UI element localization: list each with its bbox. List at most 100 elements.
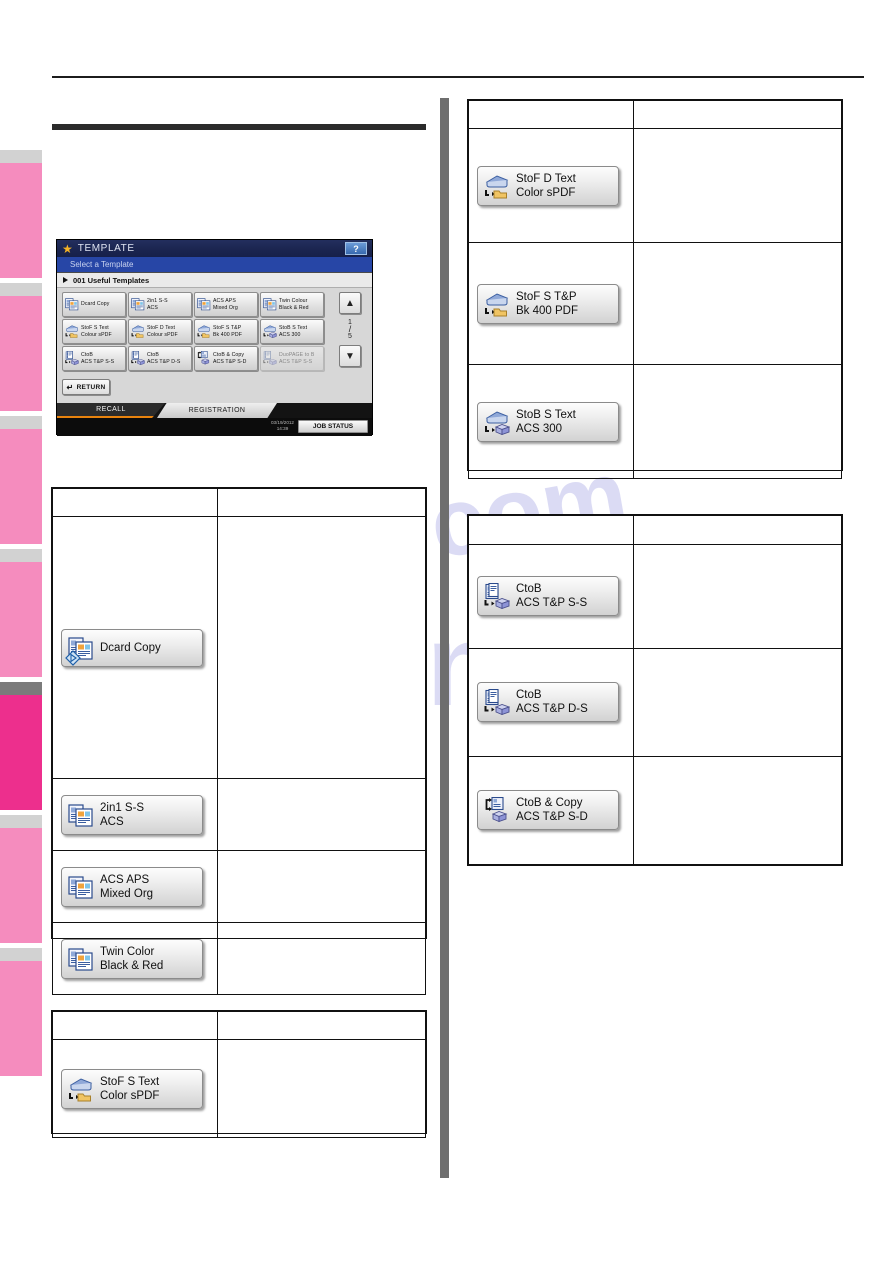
template-label-line1: Twin Colour: [279, 298, 308, 304]
template-key-twin-color[interactable]: Twin Color Black & Red: [61, 938, 203, 979]
table-cell-button: Dcard Copy: [52, 516, 218, 779]
tab-recall[interactable]: RECALL: [57, 403, 165, 418]
template-key-label: StoF S T&P Bk 400 PDF: [516, 290, 578, 318]
table-row: CtoB ACS T&P D-S: [468, 647, 842, 757]
copy-doc-icon: [263, 297, 277, 310]
template-key-line2: ACS T&P S-S: [516, 597, 588, 610]
template-button-label: Twin Colour Black & Red: [279, 298, 309, 311]
operation-panel-screen: ★ TEMPLATE ? Select a Template 001 Usefu…: [56, 239, 373, 436]
card-box-icon: [484, 689, 510, 716]
copy-doc-icon: [68, 803, 93, 827]
template-button-2[interactable]: 2in1 S-S ACS: [128, 292, 192, 317]
return-button[interactable]: ↵ RETURN: [62, 379, 110, 395]
template-label-line1: StoF S Text: [81, 325, 109, 331]
template-key-line1: StoB S Text: [516, 408, 576, 421]
template-button-1[interactable]: Dcard Copy: [62, 292, 126, 317]
template-key-ctob[interactable]: CtoB ACS T&P S-S: [477, 576, 619, 617]
doc-table: StoF S Text Color sPDF: [52, 1011, 426, 1138]
table-row: StoF S Text Color sPDF: [52, 1039, 426, 1138]
template-label-line2: ACS T&P S-S: [81, 358, 115, 365]
section-tab-cap: [0, 416, 42, 429]
template-key-stob-s-text[interactable]: StoB S Text ACS 300: [477, 401, 619, 442]
template-button-8[interactable]: StoB S Text ACS 300: [260, 319, 324, 344]
template-key-stof-s-text[interactable]: StoF S Text Color sPDF: [61, 1068, 203, 1109]
card-copy-icon: [485, 797, 508, 823]
table-header-cell-1: [468, 100, 634, 129]
star-icon: ★: [62, 241, 73, 256]
template-button-6[interactable]: StoF D Text Colour sPDF: [128, 319, 192, 344]
table-scan-templates-right: StoF D Text Color sPDF StoF S T&P Bk 400 P…: [467, 99, 843, 479]
template-key-line2: ACS: [100, 815, 124, 828]
table-copy-templates: Dcard Copy 2in1 S-S ACS ACS APS Mixed Or…: [51, 487, 427, 995]
table-cell-description: [217, 516, 426, 779]
template-key-line1: Dcard Copy: [100, 641, 161, 654]
template-key-label: CtoB & Copy ACS T&P S-D: [516, 796, 588, 824]
help-button[interactable]: ?: [345, 242, 367, 255]
scan-box-icon: [263, 324, 278, 340]
table-cell-button: StoF S T&P Bk 400 PDF: [468, 242, 634, 365]
template-button-7[interactable]: StoF S T&P Bk 400 PDF: [194, 319, 258, 344]
template-key-stof-s-t-p[interactable]: StoF S T&P Bk 400 PDF: [477, 283, 619, 324]
template-key-2in1-s-s[interactable]: 2in1 S-S ACS: [61, 794, 203, 835]
template-label-line2: Colour sPDF: [81, 331, 112, 338]
panel-body: 001 Useful Templates Dcard Copy 2in1 S-S…: [57, 272, 372, 403]
template-label-line1: Dcard Copy: [81, 301, 110, 308]
card-box-icon: [484, 583, 510, 610]
card-copy-icon: [197, 350, 211, 367]
page-indicator: 1 / 5: [332, 314, 368, 345]
template-label-line2: ACS T&P D-S: [147, 358, 181, 365]
section-tab-body: [0, 828, 42, 943]
template-button-label: StoF S Text Colour sPDF: [81, 325, 112, 338]
template-key-stof-d-text[interactable]: StoF D Text Color sPDF: [477, 165, 619, 206]
section-tab-body: [0, 695, 42, 810]
template-label-line1: CtoB: [81, 352, 93, 358]
template-key-label: 2in1 S-S ACS: [100, 801, 144, 829]
section-tab-body: [0, 163, 42, 278]
table-header-row: [52, 1011, 426, 1040]
template-button-12: DuoPAGE to B ACS T&P S-S: [260, 346, 324, 371]
page-total: 5: [348, 333, 352, 340]
chevron-up-icon[interactable]: ▲: [339, 292, 361, 314]
template-key-dcard-copy[interactable]: Dcard Copy: [61, 628, 203, 667]
template-key-ctob[interactable]: CtoB ACS T&P D-S: [477, 682, 619, 723]
section-tab-body: [0, 296, 42, 411]
table-header-row: [468, 515, 842, 545]
template-key-line1: StoF S T&P: [516, 290, 577, 303]
table-row: ACS APS Mixed Org: [52, 850, 426, 923]
template-label-line1: StoB S Text: [279, 325, 308, 331]
table-header-cell-2: [633, 515, 842, 545]
section-tab-4: [0, 549, 42, 677]
chevron-down-icon[interactable]: ▼: [339, 345, 361, 367]
section-tab-1: [0, 150, 42, 278]
section-tab-cap: [0, 549, 42, 562]
copy-doc-icon: [263, 297, 277, 313]
tab-registration[interactable]: REGISTRATION: [157, 403, 277, 418]
section-tab-cap: [0, 948, 42, 961]
card-box-icon: [65, 350, 80, 367]
copy-doc-icon: [65, 635, 94, 666]
template-button-3[interactable]: ACS APS Mixed Org: [194, 292, 258, 317]
section-heading-bar: [52, 124, 426, 130]
template-button-11[interactable]: CtoB & Copy ACS T&P S-D: [194, 346, 258, 371]
template-group-row[interactable]: 001 Useful Templates: [57, 273, 372, 288]
table-cell-button: ACS APS Mixed Org: [52, 850, 218, 923]
job-status-button[interactable]: JOB STATUS: [298, 420, 368, 433]
copy-doc-icon: [197, 297, 211, 310]
table-header-cell-2: [633, 100, 842, 129]
template-button-label: CtoB ACS T&P D-S: [147, 352, 180, 365]
panel-footer: 03/19/2012 14:39 JOB STATUS: [57, 418, 372, 436]
section-tab-cap: [0, 283, 42, 296]
template-button-9[interactable]: CtoB ACS T&P S-S: [62, 346, 126, 371]
template-button-4[interactable]: Twin Colour Black & Red: [260, 292, 324, 317]
section-tab-3: [0, 416, 42, 544]
template-key-ctob-copy[interactable]: CtoB & Copy ACS T&P S-D: [477, 790, 619, 831]
template-button-label: StoF D Text Colour sPDF: [147, 325, 178, 338]
table-scan-templates-left: StoF S Text Color sPDF: [51, 1010, 427, 1138]
template-button-label: CtoB ACS T&P S-S: [81, 352, 114, 365]
template-key-label: Twin Color Black & Red: [100, 945, 163, 973]
doc-table: Dcard Copy 2in1 S-S ACS ACS APS Mixed Or…: [52, 488, 426, 995]
template-button-5[interactable]: StoF S Text Colour sPDF: [62, 319, 126, 344]
table-cell-description: [217, 850, 426, 923]
template-button-10[interactable]: CtoB ACS T&P D-S: [128, 346, 192, 371]
template-key-acs-aps[interactable]: ACS APS Mixed Org: [61, 866, 203, 907]
